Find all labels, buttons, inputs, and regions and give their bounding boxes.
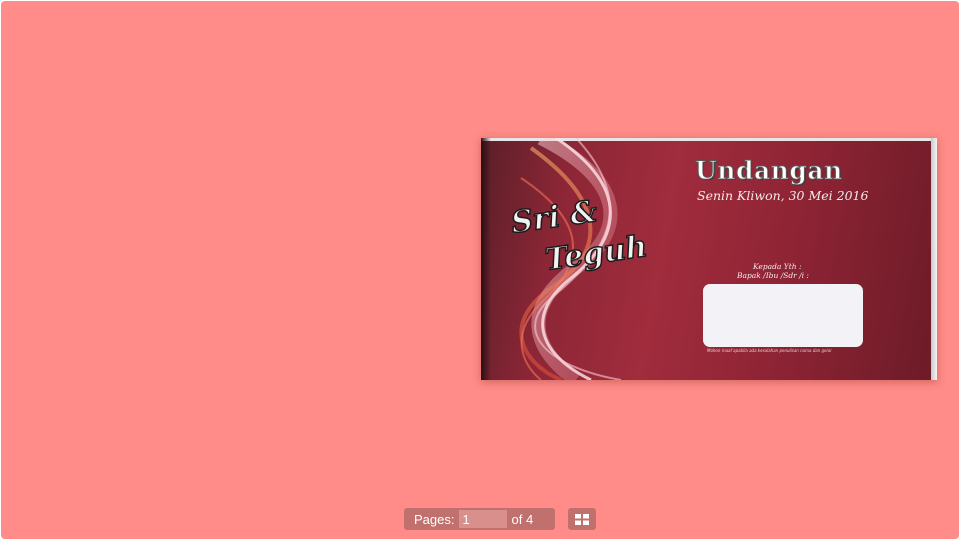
address-box (703, 284, 863, 347)
page-number-input[interactable] (459, 510, 508, 528)
recipient-heading: Kepada Yth : (753, 262, 802, 271)
flipbook-viewer: Undangan Senin Kliwon, 30 Mei 2016 Sri &… (1, 1, 959, 539)
grid-view-icon (575, 513, 589, 525)
invitation-date: Senin Kliwon, 30 Mei 2016 (697, 188, 869, 203)
bride-name: Sri & (508, 193, 600, 241)
pages-label: Pages: (414, 511, 455, 527)
invitation-title: Undangan (695, 156, 843, 186)
grid-view-button[interactable] (568, 508, 596, 530)
page-right-edge (931, 138, 937, 380)
page-navigator: Pages: of 4 (404, 508, 555, 530)
invitation-footnote: Mohon maaf apabila ada kesalahan penulis… (707, 348, 832, 353)
page-total-label: of 4 (511, 511, 534, 527)
couple-names: Sri & Teguh (508, 193, 671, 290)
recipient-salutation: Bapak /Ibu /Sdr /i : (737, 271, 809, 280)
book-page-cover[interactable]: Undangan Senin Kliwon, 30 Mei 2016 Sri &… (481, 138, 937, 380)
groom-name: Teguh (542, 228, 650, 278)
